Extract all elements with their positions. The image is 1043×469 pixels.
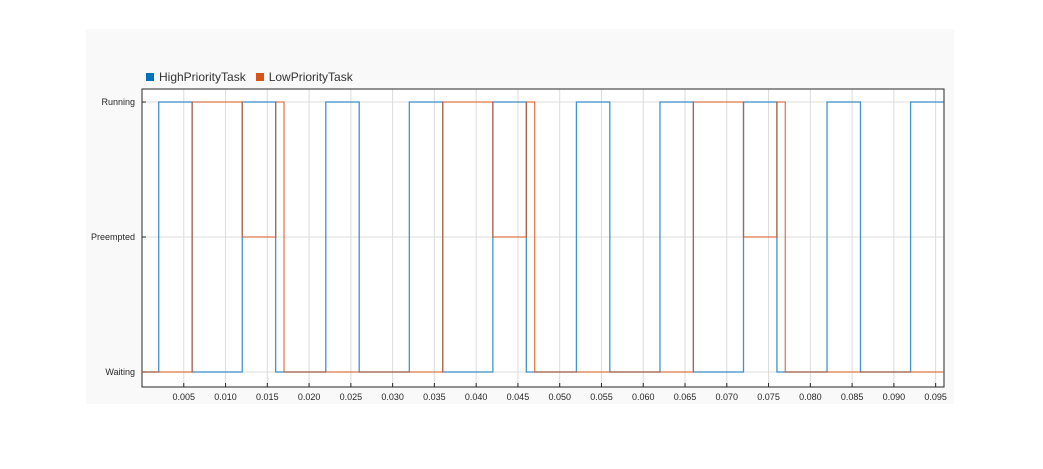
x-tick-label: 0.090 [883,392,906,402]
x-tick-label: 0.085 [841,392,864,402]
x-tick-label: 0.005 [173,392,196,402]
x-tick-label: 0.055 [590,392,613,402]
x-tick-label: 0.080 [799,392,822,402]
x-tick-label: 0.020 [298,392,321,402]
x-tick-label: 0.040 [465,392,488,402]
x-tick-label: 0.015 [256,392,279,402]
grid [142,89,944,387]
x-tick-label: 0.075 [757,392,780,402]
x-tick-label: 0.070 [716,392,739,402]
x-tick-label: 0.050 [548,392,571,402]
chart-svg: 0.005 0.010 0.015 0.020 0.025 0.030 0.035 0.040… [91,88,947,402]
x-tick-label: 0.095 [924,392,947,402]
y-tick-labels: Waiting Preempted Running [91,97,135,377]
x-tick-label: 0.010 [214,392,237,402]
x-tick-label: 0.045 [507,392,530,402]
x-tick-label: 0.025 [340,392,363,402]
x-tick-labels: 0.005 0.010 0.015 0.020 0.025 0.030 0.035 0.040… [173,392,947,402]
plot-area [142,89,944,387]
x-tick-label: 0.060 [632,392,655,402]
x-tick-label: 0.035 [423,392,446,402]
x-tick-label: 0.065 [674,392,697,402]
y-tick-label: Running [101,97,135,107]
x-tick-label: 0.030 [381,392,404,402]
y-tick-label: Waiting [105,367,135,377]
y-tick-label: Preempted [91,232,135,242]
